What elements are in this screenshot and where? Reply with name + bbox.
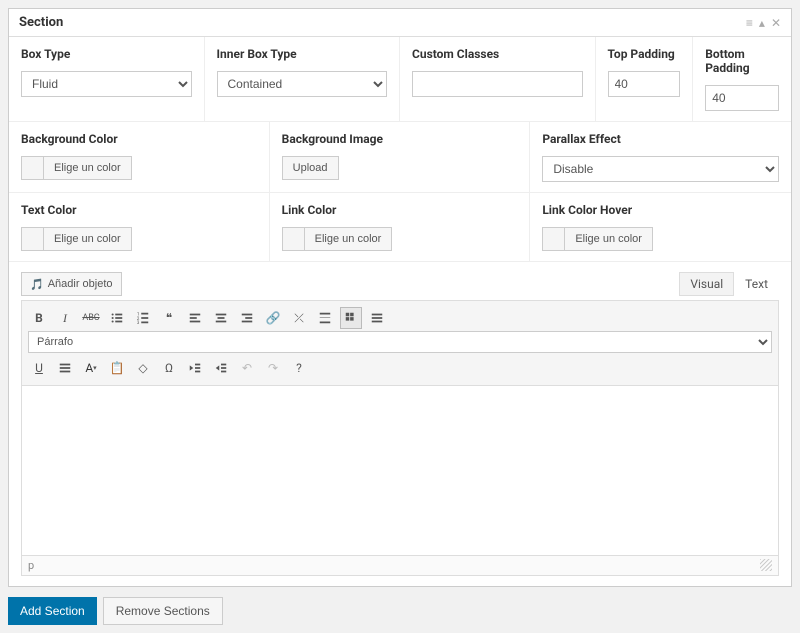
remove-sections-button[interactable]: Remove Sections bbox=[103, 597, 223, 625]
collapse-icon[interactable]: ▴ bbox=[759, 16, 765, 30]
link-icon[interactable]: 🔗 bbox=[262, 307, 284, 329]
underline-icon[interactable]: U bbox=[28, 357, 50, 379]
section-panel: Section ≡ ▴ ✕ Box Type Fluid Inner Box T… bbox=[8, 8, 792, 587]
swatch-bg-color bbox=[21, 156, 43, 180]
section-title: Section bbox=[19, 15, 63, 30]
select-box-type[interactable]: Fluid bbox=[21, 71, 192, 97]
label-bg-color: Background Color bbox=[21, 132, 257, 146]
label-bg-image: Background Image bbox=[282, 132, 518, 146]
svg-text:3: 3 bbox=[137, 321, 140, 325]
editor-tabs: Visual Text bbox=[679, 272, 779, 296]
paste-icon[interactable]: 📋 bbox=[106, 357, 128, 379]
number-list-icon[interactable]: 123 bbox=[132, 307, 154, 329]
cell-inner-box-type: Inner Box Type Contained bbox=[205, 37, 401, 122]
tab-text[interactable]: Text bbox=[734, 272, 779, 296]
toolbar-toggle-icon[interactable] bbox=[340, 307, 362, 329]
select-parallax[interactable]: Disable bbox=[542, 156, 779, 182]
cell-link-color: Link Color Elige un color bbox=[270, 193, 531, 262]
label-link-hover: Link Color Hover bbox=[542, 203, 779, 217]
align-center-icon[interactable] bbox=[210, 307, 232, 329]
button-link-hover[interactable]: Elige un color bbox=[564, 227, 653, 251]
unlink-icon[interactable]: ⤫ bbox=[288, 307, 310, 329]
italic-icon[interactable]: I bbox=[54, 307, 76, 329]
menu-icon[interactable]: ≡ bbox=[746, 16, 753, 30]
align-left-icon[interactable] bbox=[184, 307, 206, 329]
outdent-icon[interactable] bbox=[184, 357, 206, 379]
input-top-padding[interactable] bbox=[608, 71, 681, 97]
section-header: Section ≡ ▴ ✕ bbox=[9, 9, 791, 37]
special-char-icon[interactable]: Ω bbox=[158, 357, 180, 379]
add-media-label: Añadir objeto bbox=[48, 278, 113, 290]
row-1: Box Type Fluid Inner Box Type Contained … bbox=[9, 37, 791, 122]
button-upload[interactable]: Upload bbox=[282, 156, 339, 180]
fullscreen-icon[interactable] bbox=[366, 307, 388, 329]
cell-bg-image: Background Image Upload bbox=[270, 122, 531, 193]
justify-icon[interactable] bbox=[54, 357, 76, 379]
select-inner-box-type[interactable]: Contained bbox=[217, 71, 388, 97]
row-3: Text Color Elige un color Link Color Eli… bbox=[9, 193, 791, 262]
label-inner-box-type: Inner Box Type bbox=[217, 47, 388, 61]
cell-top-padding: Top Padding bbox=[596, 37, 694, 122]
help-icon[interactable]: ? bbox=[288, 357, 310, 379]
cell-bottom-padding: Bottom Padding bbox=[693, 37, 791, 122]
footer-buttons: Add Section Remove Sections bbox=[8, 597, 792, 625]
editor-path: p bbox=[28, 559, 34, 572]
swatch-link-hover bbox=[542, 227, 564, 251]
format-select[interactable]: Párrafo bbox=[28, 331, 772, 353]
quote-icon[interactable]: ❝ bbox=[158, 307, 180, 329]
editor-toolbar: B I ABC 123 ❝ 🔗 ⤫ Párrafo U A▾ 📋 bbox=[21, 300, 779, 386]
button-text-color[interactable]: Elige un color bbox=[43, 227, 132, 251]
header-actions: ≡ ▴ ✕ bbox=[746, 16, 781, 30]
label-box-type: Box Type bbox=[21, 47, 192, 61]
add-section-button[interactable]: Add Section bbox=[8, 597, 97, 625]
label-text-color: Text Color bbox=[21, 203, 257, 217]
label-bottom-padding: Bottom Padding bbox=[705, 47, 779, 75]
bullet-list-icon[interactable] bbox=[106, 307, 128, 329]
label-link-color: Link Color bbox=[282, 203, 518, 217]
read-more-icon[interactable] bbox=[314, 307, 336, 329]
cell-bg-color: Background Color Elige un color bbox=[9, 122, 270, 193]
undo-icon[interactable]: ↶ bbox=[236, 357, 258, 379]
input-bottom-padding[interactable] bbox=[705, 85, 779, 111]
label-custom-classes: Custom Classes bbox=[412, 47, 583, 61]
indent-icon[interactable] bbox=[210, 357, 232, 379]
strikethrough-icon[interactable]: ABC bbox=[80, 307, 102, 329]
swatch-link-color bbox=[282, 227, 304, 251]
button-link-color[interactable]: Elige un color bbox=[304, 227, 393, 251]
resize-grip-icon[interactable] bbox=[760, 559, 772, 571]
button-bg-color[interactable]: Elige un color bbox=[43, 156, 132, 180]
bold-icon[interactable]: B bbox=[28, 307, 50, 329]
input-custom-classes[interactable] bbox=[412, 71, 583, 97]
label-parallax: Parallax Effect bbox=[542, 132, 779, 146]
text-color-icon[interactable]: A▾ bbox=[80, 357, 102, 379]
row-2: Background Color Elige un color Backgrou… bbox=[9, 122, 791, 193]
swatch-text-color bbox=[21, 227, 43, 251]
editor-top: 🎵 Añadir objeto Visual Text bbox=[21, 272, 779, 296]
redo-icon[interactable]: ↷ bbox=[262, 357, 284, 379]
cell-link-hover: Link Color Hover Elige un color bbox=[530, 193, 791, 262]
toolbar-row-2: Párrafo U A▾ 📋 ◇ Ω ↶ ↷ ? bbox=[28, 331, 772, 379]
editor-footer: p bbox=[21, 556, 779, 576]
toolbar-row-1: B I ABC 123 ❝ 🔗 ⤫ bbox=[28, 307, 772, 329]
label-top-padding: Top Padding bbox=[608, 47, 681, 61]
clear-format-icon[interactable]: ◇ bbox=[132, 357, 154, 379]
cell-box-type: Box Type Fluid bbox=[9, 37, 205, 122]
cell-custom-classes: Custom Classes bbox=[400, 37, 596, 122]
align-right-icon[interactable] bbox=[236, 307, 258, 329]
cell-text-color: Text Color Elige un color bbox=[9, 193, 270, 262]
add-media-button[interactable]: 🎵 Añadir objeto bbox=[21, 272, 122, 296]
tab-visual[interactable]: Visual bbox=[679, 272, 734, 296]
media-icon: 🎵 bbox=[30, 278, 44, 291]
close-icon[interactable]: ✕ bbox=[771, 16, 781, 30]
editor-area: 🎵 Añadir objeto Visual Text B I ABC 123 … bbox=[9, 262, 791, 586]
cell-parallax: Parallax Effect Disable bbox=[530, 122, 791, 193]
editor-content[interactable] bbox=[21, 386, 779, 556]
